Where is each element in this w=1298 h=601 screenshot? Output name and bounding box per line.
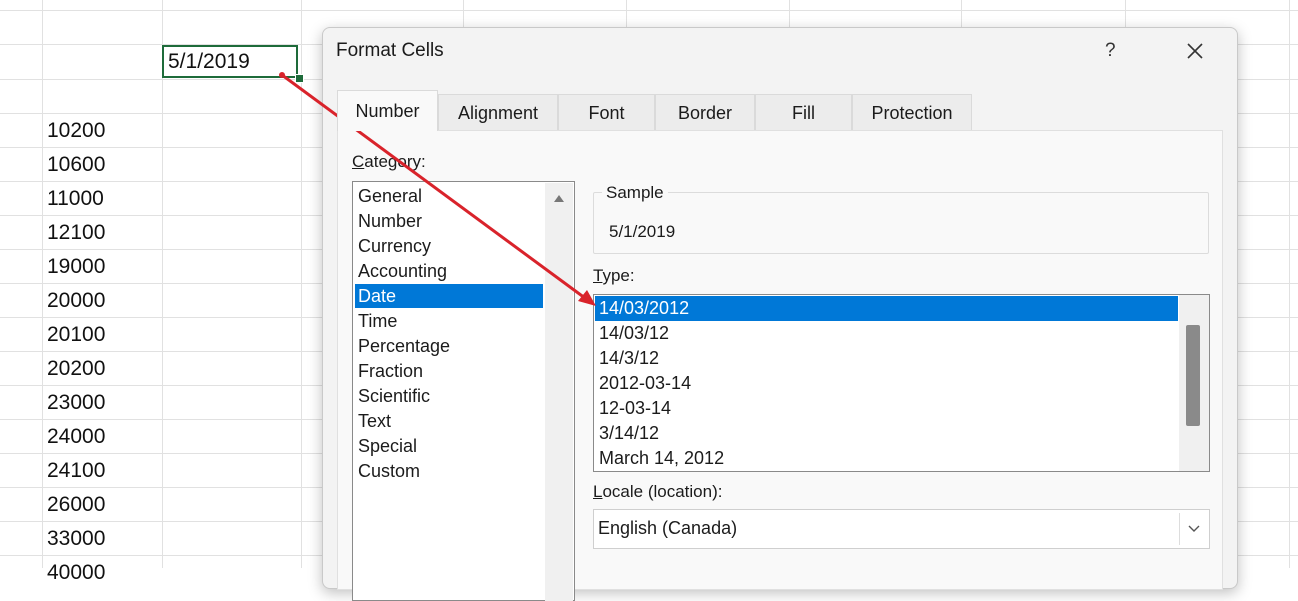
cell-value[interactable]: 12100 <box>47 216 105 250</box>
type-item[interactable]: 3/14/12 <box>595 421 1178 446</box>
help-button[interactable]: ? <box>1105 40 1116 62</box>
close-button[interactable] <box>1178 34 1212 68</box>
type-item[interactable]: 2012-03-14 <box>595 371 1178 396</box>
type-item[interactable]: March 14, 2012 <box>595 446 1178 471</box>
locale-dropdown-button[interactable] <box>1179 513 1208 545</box>
cell-value[interactable]: 26000 <box>47 488 105 522</box>
category-item[interactable]: Percentage <box>355 334 543 358</box>
fill-handle[interactable] <box>295 74 304 83</box>
category-list[interactable]: General Number Currency Accounting Date … <box>352 181 575 601</box>
cell-value[interactable]: 10600 <box>47 148 105 182</box>
chevron-down-icon <box>1188 525 1200 532</box>
category-item[interactable]: Special <box>355 434 543 458</box>
category-item[interactable]: Fraction <box>355 359 543 383</box>
category-item[interactable]: Accounting <box>355 259 543 283</box>
category-label: Category: <box>352 152 426 171</box>
cell-value[interactable]: 20000 <box>47 284 105 318</box>
category-scrollbar[interactable] <box>545 183 573 601</box>
sample-value: 5/1/2019 <box>609 222 676 241</box>
number-tab-panel: Category: General Number Currency Accoun… <box>337 130 1223 601</box>
category-item-selected[interactable]: Date <box>355 284 543 308</box>
category-item[interactable]: Text <box>355 409 543 433</box>
locale-label: Locale (location): <box>593 482 723 501</box>
cell-value[interactable]: 20100 <box>47 318 105 352</box>
category-item[interactable]: Number <box>355 209 543 233</box>
format-cells-dialog: Format Cells ? Number Alignment Font Bor… <box>322 27 1238 601</box>
tab-font[interactable]: Font <box>558 94 655 130</box>
cell-value[interactable]: 24100 <box>47 454 105 488</box>
close-icon <box>1187 43 1203 59</box>
cell-value[interactable]: 23000 <box>47 386 105 420</box>
sample-title: Sample <box>602 183 668 203</box>
cell-value[interactable]: 33000 <box>47 522 105 556</box>
cell-value[interactable]: 19000 <box>47 250 105 284</box>
type-scrollbar[interactable] <box>1179 295 1209 471</box>
category-item[interactable]: General <box>355 184 543 208</box>
tab-border[interactable]: Border <box>655 94 755 130</box>
category-item[interactable]: Time <box>355 309 543 333</box>
tab-protection[interactable]: Protection <box>852 94 972 130</box>
cell-value[interactable]: 20200 <box>47 352 105 386</box>
scroll-up-icon[interactable] <box>554 195 564 202</box>
cell-value[interactable]: 11000 <box>47 182 104 216</box>
type-list[interactable]: 14/03/2012 14/03/12 14/3/12 2012-03-14 1… <box>593 294 1210 472</box>
tab-alignment[interactable]: Alignment <box>438 94 558 130</box>
type-label: Type: <box>593 266 635 285</box>
scrollbar-thumb[interactable] <box>1186 325 1200 426</box>
locale-dropdown[interactable]: English (Canada) <box>593 509 1210 549</box>
category-item[interactable]: Currency <box>355 234 543 258</box>
cell-value[interactable]: 10200 <box>47 114 105 148</box>
category-item[interactable]: Custom <box>355 459 543 483</box>
cell-value[interactable]: 40000 <box>47 556 105 590</box>
cell-value[interactable]: 24000 <box>47 420 105 454</box>
category-item[interactable]: Scientific <box>355 384 543 408</box>
type-item[interactable]: 14/03/12 <box>595 321 1178 346</box>
type-item-selected[interactable]: 14/03/2012 <box>595 296 1178 321</box>
active-cell[interactable]: 5/1/2019 <box>162 45 298 78</box>
sample-group <box>593 192 1209 254</box>
type-item[interactable]: 12-03-14 <box>595 396 1178 421</box>
dialog-title: Format Cells <box>336 40 444 61</box>
locale-value: English (Canada) <box>598 518 738 538</box>
tab-fill[interactable]: Fill <box>755 94 852 130</box>
type-item[interactable]: 14/3/12 <box>595 346 1178 371</box>
tab-number[interactable]: Number <box>337 90 438 131</box>
